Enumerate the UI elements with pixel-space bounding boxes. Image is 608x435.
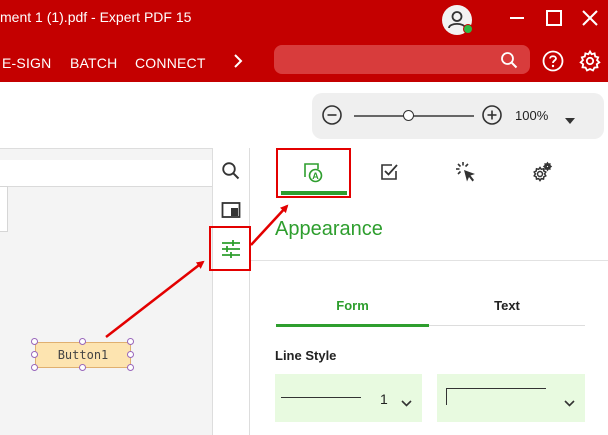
- resize-handle[interactable]: [127, 351, 134, 358]
- actions-icon[interactable]: [455, 161, 477, 183]
- settings-gears-icon[interactable]: [531, 161, 553, 183]
- sliders-icon[interactable]: [220, 238, 242, 260]
- chevron-down-icon[interactable]: [564, 394, 575, 407]
- panel-icon[interactable]: [220, 199, 242, 221]
- settings-gear-icon[interactable]: [578, 49, 602, 73]
- menu-batch[interactable]: BATCH: [70, 55, 117, 71]
- svg-text:A: A: [312, 171, 319, 181]
- divider: [251, 260, 608, 261]
- tab-form-indicator: [276, 324, 429, 327]
- line-width-value: 1: [380, 391, 388, 407]
- resize-handle[interactable]: [79, 364, 86, 371]
- resize-handle[interactable]: [31, 364, 38, 371]
- chevron-right-icon[interactable]: [230, 53, 246, 69]
- border-style-preview: [446, 388, 546, 405]
- document-canvas[interactable]: [0, 148, 212, 435]
- zoom-slider-track[interactable]: [354, 115, 474, 117]
- search-icon[interactable]: [220, 160, 242, 182]
- checkbox-icon[interactable]: [379, 161, 401, 183]
- search-icon[interactable]: [500, 51, 518, 69]
- section-title: Appearance: [275, 218, 383, 240]
- resize-handle[interactable]: [127, 338, 134, 345]
- close-icon[interactable]: [578, 6, 602, 30]
- line-width-dropdown[interactable]: [275, 374, 422, 422]
- line-style-label: Line Style: [275, 348, 337, 363]
- chevron-down-icon[interactable]: [564, 112, 576, 124]
- search-input[interactable]: [274, 45, 530, 74]
- resize-handle[interactable]: [79, 338, 86, 345]
- zoom-level[interactable]: 100%: [515, 108, 548, 123]
- zoom-in-icon[interactable]: [481, 104, 503, 126]
- app-window: ment 1 (1).pdf - Expert PDF 15 E-SIGN BA…: [0, 0, 608, 435]
- menu-e-sign[interactable]: E-SIGN: [2, 55, 51, 71]
- document-page-header: [0, 160, 212, 187]
- tab-active-indicator: [281, 191, 347, 195]
- resize-handle[interactable]: [31, 338, 38, 345]
- resize-handle[interactable]: [31, 351, 38, 358]
- appearance-icon[interactable]: A: [302, 161, 324, 183]
- online-status-icon: [463, 24, 473, 34]
- tab-form[interactable]: Form: [276, 298, 429, 313]
- line-width-preview: [281, 397, 361, 398]
- zoom-slider-handle[interactable]: [402, 110, 414, 121]
- chevron-down-icon[interactable]: [401, 394, 412, 407]
- tab-divider: [429, 325, 585, 326]
- window-title: ment 1 (1).pdf - Expert PDF 15: [0, 9, 192, 25]
- zoom-out-icon[interactable]: [321, 104, 343, 126]
- menu-connect[interactable]: CONNECT: [135, 55, 206, 71]
- minimize-icon[interactable]: [505, 6, 529, 30]
- ribbon-menu: E-SIGN BATCH CONNECT: [0, 38, 608, 82]
- maximize-icon[interactable]: [542, 6, 566, 30]
- title-bar: ment 1 (1).pdf - Expert PDF 15: [0, 0, 608, 38]
- tab-text[interactable]: Text: [430, 298, 584, 313]
- document-page-edge: [0, 186, 8, 232]
- help-icon[interactable]: [542, 50, 564, 72]
- side-icon-strip: [212, 148, 250, 435]
- resize-handle[interactable]: [127, 364, 134, 371]
